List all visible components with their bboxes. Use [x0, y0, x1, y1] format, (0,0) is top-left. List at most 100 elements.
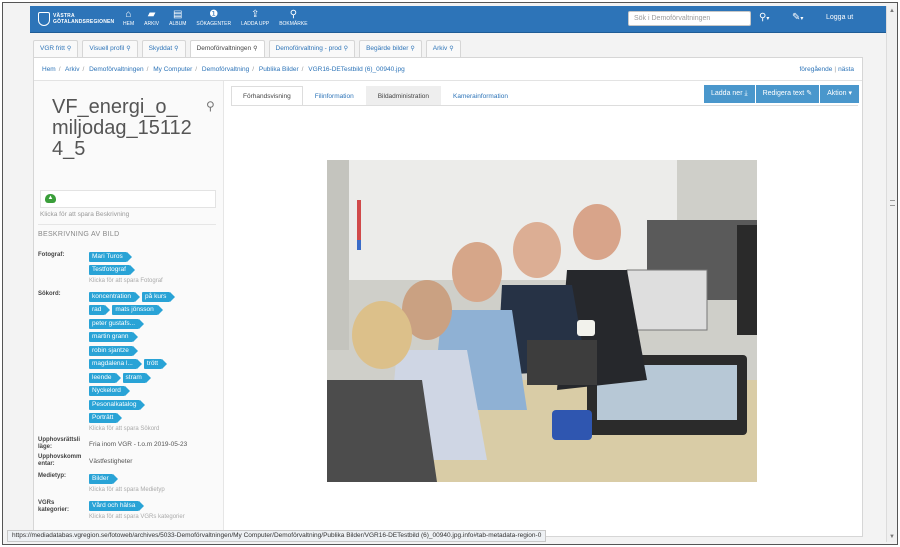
tag[interactable]: Mari Turos — [89, 251, 132, 262]
tag[interactable]: stram — [122, 372, 152, 383]
description-field[interactable]: ▲ — [40, 190, 216, 208]
photographer-tags: Mari Turos Testfotograf — [89, 250, 219, 277]
main-menu: ⌂ HEM ▰ ARKIV ▤ ALBUM ❶ SÖKAGENTER ⇪ LADDA UP… — [118, 8, 313, 32]
tab-preview[interactable]: Förhandsvisning — [231, 86, 303, 106]
tag[interactable]: Testfotograf — [89, 265, 135, 276]
breadcrumb-item[interactable]: Arkiv — [65, 66, 79, 73]
cloud-upload-icon: ▲ — [45, 194, 56, 203]
photographer-hint: Klicka för att spara Fotograf — [89, 278, 163, 284]
copyright-comment-value[interactable]: Västfestigheter — [89, 458, 132, 465]
copyright-value[interactable]: Fria inom VGR - t.o.m 2019-05-23 — [89, 441, 187, 448]
copyright-label: Upphovsrättsli läge: — [38, 437, 81, 450]
breadcrumb: Hem / Arkiv / Demoförvaltningen / My Comput… — [42, 66, 405, 73]
tag[interactable]: mats jönsson — [112, 305, 164, 316]
top-navigation-bar: VÄSTRA GÖTALANDSREGIONEN ⌂ HEM ▰ ARKIV ▤ AL… — [30, 6, 888, 33]
tag[interactable]: trött — [143, 359, 168, 370]
scroll-up-icon[interactable]: ▲ — [889, 8, 895, 14]
content-panel: Hem / Arkiv / Demoförvaltningen / My Comput… — [33, 57, 863, 537]
action-buttons: Ladda ner ⤓ Redigera text ✎ Aktion ▾ — [703, 85, 859, 103]
download-button[interactable]: Ladda ner ⤓ — [704, 85, 755, 103]
tab-demoforvaltningen[interactable]: Demoförvaltningen ⚲ — [189, 40, 265, 58]
tag[interactable]: Vård och hälsa — [89, 500, 145, 511]
tag[interactable]: Porträtt — [89, 413, 123, 424]
divider — [231, 105, 858, 106]
media-type-tags: Bilder — [89, 472, 219, 486]
map-pin-icon[interactable]: ⚲ — [206, 99, 215, 113]
nav-search-agents[interactable]: ❶ SÖKAGENTER — [191, 8, 236, 32]
pin-icon: ⚲ — [126, 46, 131, 52]
keywords-hint: Klicka för att spara Sökord — [89, 426, 160, 432]
logout-link[interactable]: Logga ut — [826, 14, 853, 21]
breadcrumb-item[interactable]: Demoförvaltningen — [89, 66, 144, 73]
tag[interactable]: martin grann — [89, 332, 137, 343]
tag[interactable]: robin sjantze — [89, 345, 138, 356]
preview-area: Förhandsvisning Filinformation Bildadmin… — [225, 81, 862, 536]
tab-arkiv[interactable]: Arkiv ⚲ — [425, 40, 461, 57]
chevron-down-icon: ▾ — [848, 90, 852, 97]
tab-begarde-bilder[interactable]: Begärde bilder ⚲ — [359, 40, 422, 57]
nav-album[interactable]: ▤ ALBUM — [164, 8, 191, 32]
breadcrumb-item[interactable]: Publika Bilder — [259, 66, 299, 73]
pin-icon: ⚲ — [66, 46, 72, 52]
search-icon[interactable]: ⚲▾ — [759, 12, 769, 23]
tag[interactable]: rad — [89, 305, 111, 316]
album-icon: ▤ — [173, 9, 183, 20]
tab-demoforvaltning-prod[interactable]: Demoförvaltning - prod ⚲ — [268, 40, 356, 57]
pin-icon: ⚲ — [410, 46, 415, 52]
breadcrumb-item[interactable]: Hem — [42, 66, 56, 73]
prev-next-nav: föregående | nästa — [799, 66, 855, 73]
breadcrumb-item[interactable]: VGR16-DETestbild (6)_00940.jpg — [308, 66, 404, 73]
previous-link[interactable]: föregående — [800, 66, 833, 73]
section-heading: BESKRIVNING AV BILD — [38, 231, 120, 238]
tag[interactable]: Pesonalkatalog — [89, 399, 146, 410]
pin-icon: ⚲ — [253, 46, 258, 52]
tag[interactable]: på kurs — [142, 291, 176, 302]
nav-bookmark[interactable]: ⚲ BOKMÄRKE — [274, 8, 312, 32]
vgr-logo[interactable]: VÄSTRA GÖTALANDSREGIONEN — [38, 11, 118, 29]
tab-skyddat[interactable]: Skyddat ⚲ — [141, 40, 186, 57]
office-meeting-photo — [327, 160, 757, 482]
breadcrumb-item[interactable]: Demoförvaltning — [202, 66, 249, 73]
media-type-label: Medietyp: — [38, 473, 67, 479]
action-menu-button[interactable]: Aktion ▾ — [820, 85, 859, 103]
page-scrollbar[interactable]: ▲ ▼ — [886, 6, 897, 542]
crest-icon — [38, 12, 50, 26]
search-input[interactable]: Sök i Demoförvaltningen — [628, 11, 751, 26]
download-icon: ⤓ — [744, 90, 748, 97]
detail-tabs: Förhandsvisning Filinformation Bildadmin… — [231, 86, 520, 106]
keyword-tags: koncentration på kurs rad mats jönsson pet… — [89, 290, 219, 425]
browser-window: VÄSTRA GÖTALANDSREGIONEN ⌂ HEM ▰ ARKIV ▤ AL… — [2, 2, 898, 545]
nav-home[interactable]: ⌂ HEM — [118, 8, 139, 32]
nav-archive[interactable]: ▰ ARKIV — [139, 8, 164, 32]
tag[interactable]: leende — [89, 372, 120, 383]
nav-upload[interactable]: ⇪ LADDA UPP — [236, 8, 274, 32]
asset-title: VF_energi_o_miljodag_151124_5 — [52, 96, 192, 160]
tag[interactable]: magdalena l... — [89, 359, 142, 370]
scroll-down-icon[interactable]: ▼ — [889, 534, 895, 540]
keywords-label: Sökord: — [38, 291, 61, 297]
tab-file-info[interactable]: Filinformation — [302, 86, 366, 106]
logo-line-2: GÖTALANDSREGIONEN — [53, 19, 115, 25]
status-bar-url: https://mediadatabas.vgregion.se/fotoweb… — [7, 530, 547, 542]
tab-image-admin[interactable]: Bildadministration — [365, 86, 442, 106]
tag[interactable]: Nyckelord — [89, 386, 130, 397]
tag[interactable]: Bilder — [89, 473, 118, 484]
tag[interactable]: koncentration — [89, 291, 141, 302]
next-link[interactable]: nästa — [838, 66, 854, 73]
description-hint: Klicka för att spara Beskrivning — [40, 211, 130, 218]
tab-visuell-profil[interactable]: Visuell profil ⚲ — [82, 40, 138, 57]
edit-text-button[interactable]: Redigera text ✎ — [755, 85, 820, 103]
breadcrumb-item[interactable]: My Computer — [153, 66, 192, 73]
tag[interactable]: peter gustafs... — [89, 318, 144, 329]
pin-icon: ⚲ — [343, 46, 349, 52]
scroll-grip[interactable] — [890, 200, 895, 206]
upload-icon: ⇪ — [250, 9, 260, 20]
tab-vgr-fritt[interactable]: VGR fritt ⚲ — [33, 40, 79, 57]
preview-image[interactable] — [327, 160, 757, 482]
vgr-categories-hint: Klicka för att spara VGRs kategorier — [89, 514, 185, 520]
pin-icon: ⚲ — [174, 46, 179, 52]
archive-tabs: VGR fritt ⚲ Visuell profil ⚲ Skyddat ⚲ Demo… — [33, 40, 465, 58]
tab-camera-info[interactable]: Kamerainformation — [441, 86, 520, 106]
vgr-categories-label: VGRs kategorier: — [38, 500, 70, 513]
wrench-icon[interactable]: ✎▾ — [792, 12, 803, 23]
